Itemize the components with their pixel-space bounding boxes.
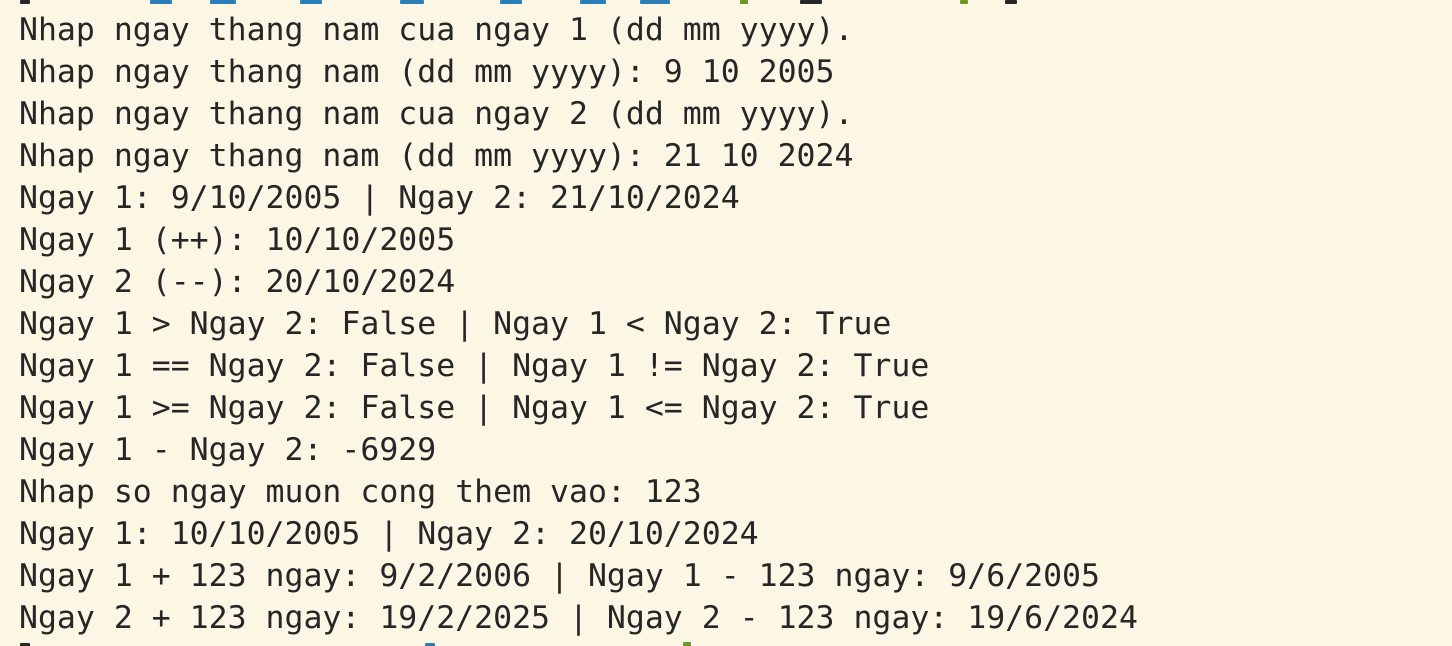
terminal-line: Ngay 1 + 123 ngay: 9/2/2006 | Ngay 1 - 1… [19, 558, 1100, 594]
terminal-line: Ngay 1: 9/10/2005 | Ngay 2: 21/10/2024 [19, 180, 740, 216]
terminal-line: Nhap ngay thang nam cua ngay 1 (dd mm yy… [19, 12, 854, 48]
terminal-line: Nhap ngay thang nam (dd mm yyyy): 9 10 2… [19, 54, 835, 90]
terminal-line: Ngay 1 >= Ngay 2: False | Ngay 1 <= Ngay… [19, 390, 930, 426]
terminal-line: Nhap ngay thang nam (dd mm yyyy): 21 10 … [19, 138, 854, 174]
terminal-line: Nhap so ngay muon cong them vao: 123 [19, 474, 702, 510]
terminal-line: Nhap ngay thang nam cua ngay 2 (dd mm yy… [19, 96, 854, 132]
terminal-line: Ngay 1 > Ngay 2: False | Ngay 1 < Ngay 2… [19, 306, 892, 342]
terminal-window[interactable]: Nhap ngay thang nam cua ngay 1 (dd mm yy… [0, 0, 1452, 646]
terminal-line: Ngay 1 - Ngay 2: -6929 [19, 432, 437, 468]
terminal-line: Ngay 1 (++): 10/10/2005 [19, 222, 456, 258]
next-prompt-clipped [0, 638, 1452, 646]
terminal-line: Ngay 2 + 123 ngay: 19/2/2025 | Ngay 2 - … [19, 600, 1138, 636]
terminal-line: Ngay 1 == Ngay 2: False | Ngay 1 != Ngay… [19, 348, 930, 384]
previous-prompt-clipped [0, 0, 1452, 8]
terminal-line: Ngay 1: 10/10/2005 | Ngay 2: 20/10/2024 [19, 516, 759, 552]
terminal-line: Ngay 2 (--): 20/10/2024 [19, 264, 456, 300]
